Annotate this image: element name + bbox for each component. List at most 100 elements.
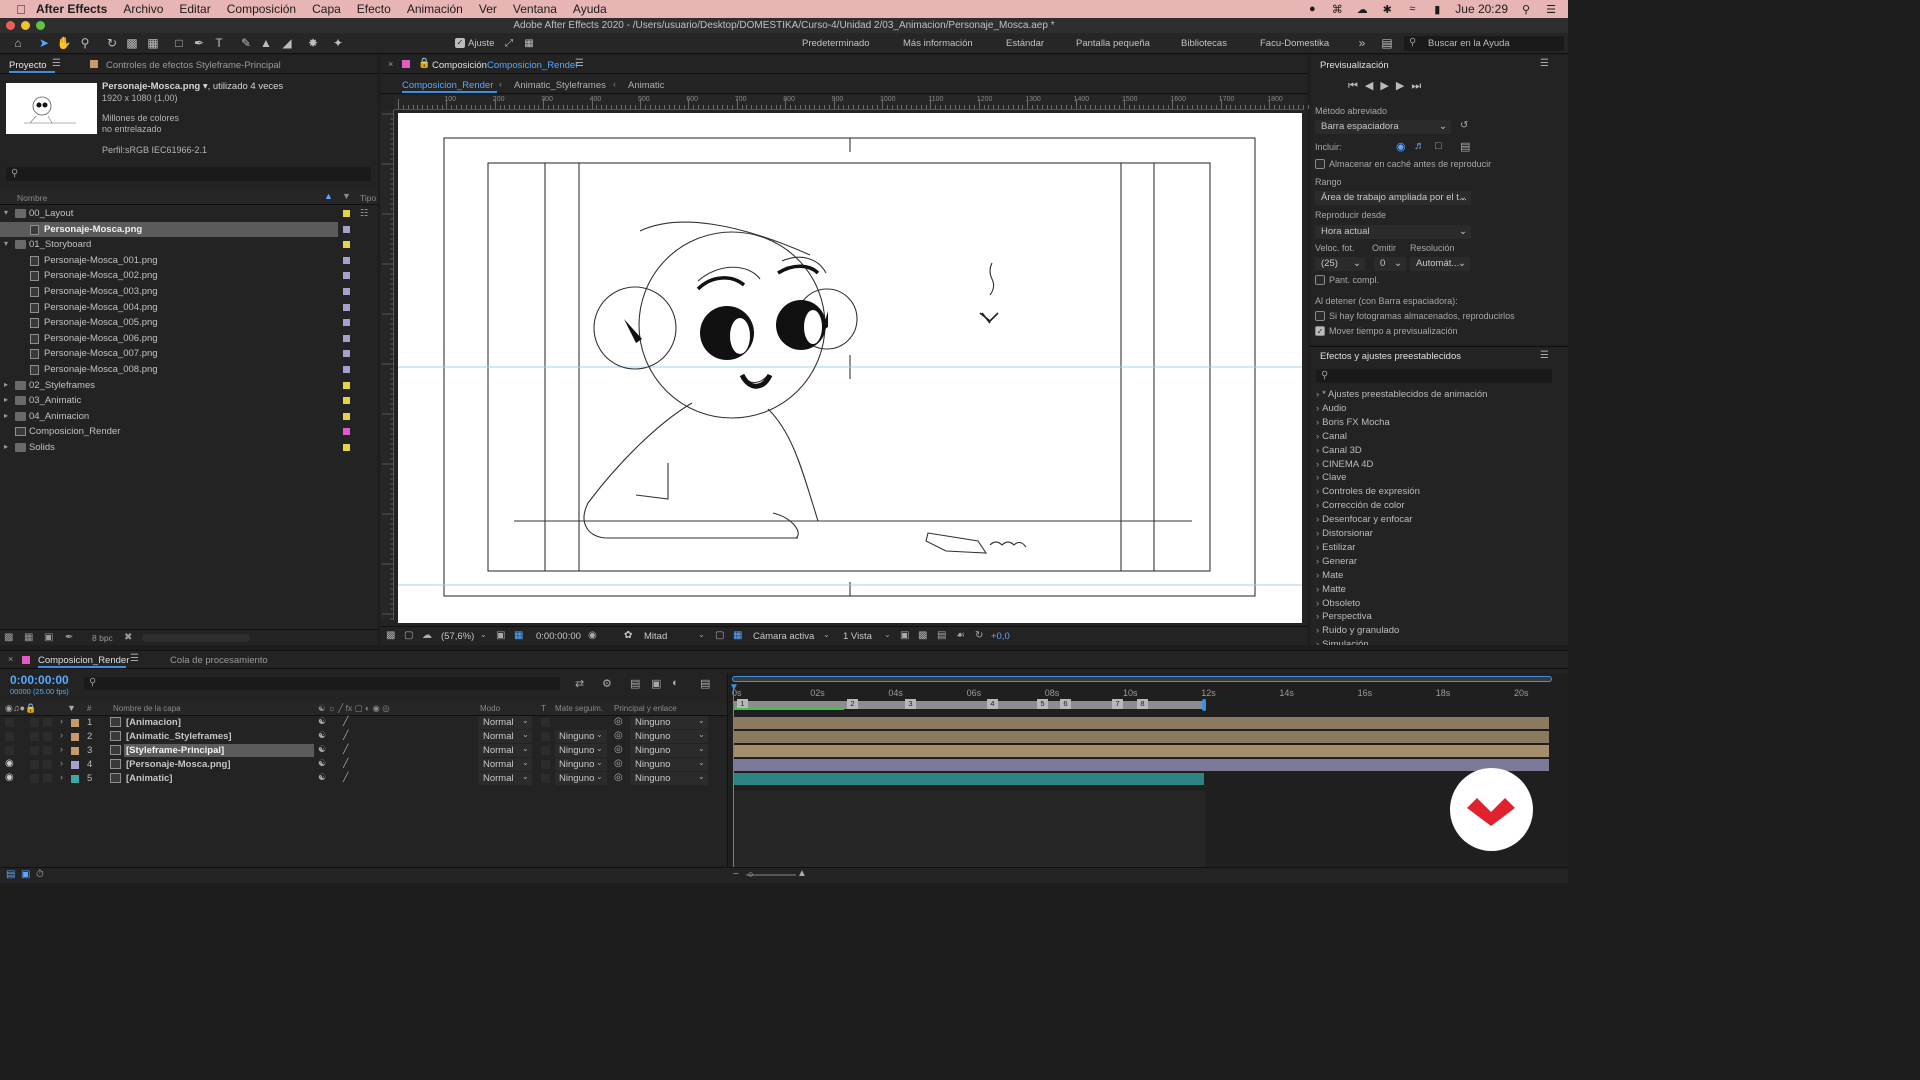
layer-search-field[interactable]: ⚲ bbox=[84, 677, 560, 690]
menu-archivo[interactable]: Archivo bbox=[123, 2, 163, 16]
breadcrumb-composicion-render[interactable]: Composicion_Render bbox=[402, 80, 493, 91]
comp-marker[interactable]: 5 bbox=[1037, 699, 1048, 709]
panel-menu-icon[interactable]: ☰ bbox=[52, 58, 61, 69]
effects-category[interactable]: › Mate bbox=[1316, 570, 1343, 581]
transparency-toggle-icon[interactable]: ▦ bbox=[733, 630, 742, 641]
play-from-dropdown[interactable]: Hora actual ⌄ bbox=[1315, 225, 1471, 239]
layer-row[interactable]: › 3 [Styleframe-Principal] ☯ ╱ Normal ⌄ Ninguno… bbox=[0, 744, 727, 758]
label-color-swatch[interactable] bbox=[343, 210, 350, 217]
comp-timecode[interactable]: 0:00:00:00 bbox=[536, 631, 581, 642]
comp-tab-name[interactable]: Composicion_Render bbox=[487, 60, 578, 71]
chevron-right-icon[interactable]: ▸ bbox=[4, 395, 8, 404]
lock-toggle[interactable] bbox=[43, 718, 52, 727]
minimize-window-button[interactable] bbox=[21, 21, 30, 30]
solo-toggle[interactable] bbox=[30, 718, 39, 727]
reset-preview-icon[interactable]: ↺ bbox=[1460, 120, 1468, 131]
workspace-pantalla-pequena[interactable]: Pantalla pequeña bbox=[1076, 38, 1150, 49]
clone-stamp-tool-icon[interactable]: ▲ bbox=[258, 36, 274, 51]
first-frame-icon[interactable]: ⏮ bbox=[1348, 80, 1365, 92]
effects-category[interactable]: › Generar bbox=[1316, 556, 1357, 567]
time-navigator[interactable] bbox=[732, 676, 1552, 682]
column-name[interactable]: Nombre bbox=[17, 193, 47, 203]
quality-switch-icon[interactable]: ╱ bbox=[343, 758, 348, 769]
last-frame-icon[interactable]: ⏭ bbox=[1411, 80, 1428, 92]
close-tab-icon[interactable]: × bbox=[8, 654, 13, 664]
project-folder[interactable]: ▸ 03_Animatic bbox=[0, 393, 375, 409]
label-color-swatch[interactable] bbox=[343, 303, 350, 311]
effects-category[interactable]: › Controles de expresión bbox=[1316, 486, 1420, 497]
preserve-transparency-toggle[interactable] bbox=[541, 746, 550, 755]
selection-tool-icon[interactable]: ➤ bbox=[36, 36, 52, 51]
rectangle-tool-icon[interactable]: □ bbox=[171, 36, 187, 51]
effects-category[interactable]: › Canal bbox=[1316, 431, 1347, 442]
comp-marker[interactable]: 3 bbox=[905, 699, 916, 709]
color-channels-icon[interactable]: ✿ bbox=[624, 630, 632, 641]
snap-grid-icon[interactable]: ▦ bbox=[521, 36, 537, 51]
collapse-switch-icon[interactable]: ☯ bbox=[318, 716, 326, 727]
menu-animacion[interactable]: Animación bbox=[407, 2, 463, 16]
layer-label-swatch[interactable] bbox=[71, 747, 79, 755]
breadcrumb-animatic[interactable]: Animatic bbox=[628, 80, 664, 91]
trash-icon[interactable]: ✖ bbox=[124, 632, 132, 643]
chevron-down-icon[interactable]: ▾ bbox=[4, 208, 8, 217]
chevron-down-icon[interactable]: ⌄ bbox=[884, 630, 891, 639]
timeline-menu-icon[interactable]: ☰ bbox=[130, 653, 139, 664]
mask-visibility-icon[interactable]: ☁ bbox=[422, 630, 432, 641]
effects-category[interactable]: › Matte bbox=[1316, 584, 1346, 595]
type-tool-icon[interactable]: T bbox=[211, 36, 227, 51]
chevron-down-icon[interactable]: ⌄ bbox=[698, 630, 705, 639]
breadcrumb-animatic-styleframes[interactable]: Animatic_Styleframes bbox=[514, 80, 606, 91]
comp-mini-flowchart-icon[interactable]: ⇄ bbox=[575, 677, 584, 690]
apple-icon[interactable]:  bbox=[10, 2, 32, 17]
layer-label-swatch[interactable] bbox=[71, 775, 79, 783]
chevron-down-icon[interactable]: ⌄ bbox=[823, 630, 830, 639]
pick-whip-icon[interactable]: ◎ bbox=[614, 772, 623, 783]
footage-dropdown-icon[interactable]: ▾ bbox=[200, 81, 208, 92]
project-footage[interactable]: Personaje-Mosca_003.png bbox=[0, 284, 375, 300]
zoom-window-button[interactable] bbox=[36, 21, 45, 30]
lock-icon[interactable]: 🔒 bbox=[418, 58, 430, 69]
collapse-switch-icon[interactable]: ☯ bbox=[318, 758, 326, 769]
shy-layers-icon[interactable]: ▤ bbox=[630, 677, 640, 690]
flowchart-icon[interactable]: ☙ bbox=[956, 630, 965, 641]
preserve-transparency-toggle[interactable] bbox=[541, 774, 550, 783]
pick-whip-icon[interactable]: ◎ bbox=[614, 744, 623, 755]
comp-panel-menu-icon[interactable]: ☰ bbox=[575, 58, 584, 69]
solo-toggle[interactable] bbox=[30, 760, 39, 769]
include-audio-icon[interactable]: ♬ bbox=[1414, 140, 1425, 152]
label-color-swatch[interactable] bbox=[343, 366, 350, 373]
resolution-preview-dropdown[interactable]: Automát... ⌄ bbox=[1410, 257, 1470, 271]
snap-option-icon[interactable]: ⤢ bbox=[501, 36, 517, 51]
tab-timeline-comp[interactable]: Composicion_Render bbox=[38, 655, 129, 666]
motion-blur-icon[interactable]: ◐ bbox=[672, 677, 679, 689]
views-dropdown[interactable]: 1 Vista bbox=[843, 631, 872, 642]
label-color-swatch[interactable] bbox=[343, 412, 350, 420]
previous-frame-icon[interactable]: ◀ bbox=[1365, 80, 1380, 92]
monitor-icon[interactable]: ▢ bbox=[404, 630, 413, 641]
label-color-swatch[interactable] bbox=[343, 272, 350, 280]
next-frame-icon[interactable]: ▶ bbox=[1396, 80, 1411, 92]
render-time-icon[interactable]: ⏱ bbox=[36, 869, 44, 880]
project-footage[interactable]: Personaje-Mosca_002.png bbox=[0, 268, 375, 284]
label-color-swatch[interactable] bbox=[343, 334, 350, 342]
chevron-down-icon[interactable]: ▾ bbox=[4, 239, 8, 248]
layer-label-swatch[interactable] bbox=[71, 761, 79, 769]
effects-category[interactable]: › Distorsionar bbox=[1316, 528, 1373, 539]
layer-row[interactable]: › 1 [Animacion] ☯ ╱ Normal ⌄ ◎ Ninguno ⌄ bbox=[0, 716, 727, 730]
effects-category[interactable]: › Perspectiva bbox=[1316, 611, 1372, 622]
layer-duration-bar[interactable] bbox=[734, 745, 1549, 757]
region-of-interest-icon[interactable]: ▢ bbox=[715, 630, 724, 641]
tab-render-queue[interactable]: Cola de procesamiento bbox=[170, 655, 268, 666]
menu-ayuda[interactable]: Ayuda bbox=[573, 2, 607, 16]
comp-marker[interactable]: 6 bbox=[1060, 699, 1071, 709]
menu-clock[interactable]: Jue 20:29 bbox=[1455, 2, 1508, 16]
effects-category[interactable]: › * Ajustes preestablecidos de animación bbox=[1316, 389, 1487, 400]
workspace-layout-icon[interactable]: ▤ bbox=[1379, 36, 1395, 51]
control-center-icon[interactable]: ☰ bbox=[1544, 3, 1558, 16]
chevron-down-icon[interactable]: ⌄ bbox=[480, 630, 487, 639]
label-color-swatch[interactable] bbox=[343, 397, 350, 405]
zoom-dropdown[interactable]: (57,6%) bbox=[441, 631, 474, 642]
eye-toggle[interactable] bbox=[5, 732, 14, 741]
lock-toggle[interactable] bbox=[43, 774, 52, 783]
workspace-bibliotecas[interactable]: Bibliotecas bbox=[1181, 38, 1227, 49]
